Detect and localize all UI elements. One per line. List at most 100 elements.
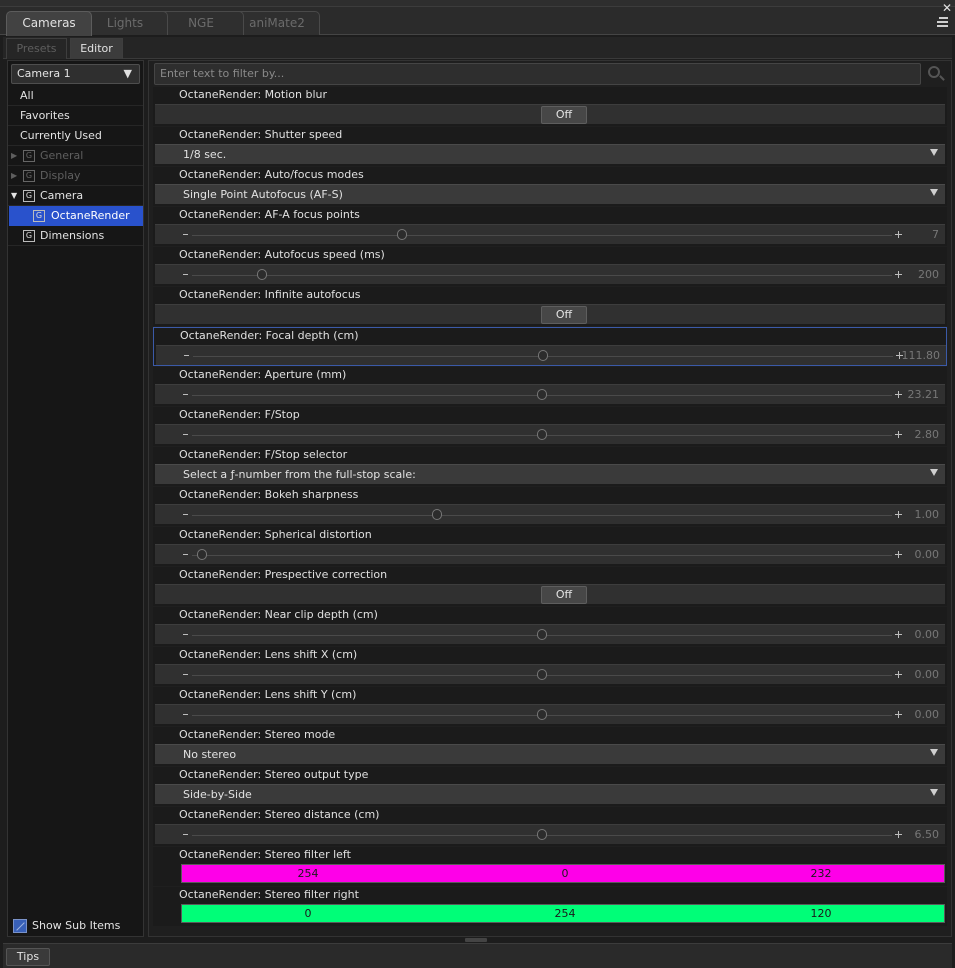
decrement-icon[interactable] — [183, 674, 188, 675]
slider-thumb[interactable] — [537, 389, 547, 400]
slider-value[interactable]: 6.50 — [879, 825, 940, 845]
sidebar-item-general[interactable]: ▶ G General — [8, 146, 143, 166]
color-swatch[interactable]: 0 254 120 — [181, 904, 945, 923]
toggle-row: Off — [155, 104, 945, 124]
slider-track — [192, 555, 892, 556]
sidebar-item-currently-used[interactable]: Currently Used — [8, 126, 143, 146]
sidebar-item-dimensions[interactable]: G Dimensions — [8, 226, 143, 246]
filter-input[interactable]: Enter text to filter by... — [154, 63, 921, 85]
camera-select[interactable]: Camera 1 ▼ — [11, 64, 140, 84]
color-field[interactable]: 0 254 120 — [155, 904, 945, 924]
search-icon[interactable] — [928, 66, 946, 84]
slider-thumb[interactable] — [537, 429, 547, 440]
property-label: OctaneRender: Spherical distortion — [179, 528, 372, 541]
toggle-button[interactable]: Off — [541, 106, 587, 124]
triangle-right-icon[interactable]: ▶ — [11, 166, 17, 186]
sidebar-item-octanerender[interactable]: G OctaneRender — [9, 206, 143, 226]
slider-thumb[interactable] — [537, 709, 547, 720]
slider[interactable]: 111.80 — [156, 345, 946, 365]
decrement-icon[interactable] — [183, 554, 188, 555]
tab-cameras[interactable]: Cameras — [6, 11, 92, 36]
property-f-stop: OctaneRender: F/Stop 2.80 — [153, 407, 947, 446]
slider-thumb[interactable] — [537, 669, 547, 680]
slider[interactable]: 200 — [155, 264, 945, 284]
group-icon: G — [23, 150, 35, 162]
slider-thumb[interactable] — [397, 229, 407, 240]
slider[interactable]: 1.00 — [155, 504, 945, 524]
color-swatch[interactable]: 254 0 232 — [181, 864, 945, 883]
slider[interactable]: 6.50 — [155, 824, 945, 844]
tips-button[interactable]: Tips — [6, 948, 50, 966]
slider-thumb[interactable] — [537, 629, 547, 640]
dropdown-select[interactable]: No stereo — [155, 744, 945, 764]
property-label: OctaneRender: Autofocus speed (ms) — [179, 248, 385, 261]
slider-value[interactable]: 2.80 — [879, 425, 940, 445]
slider-value[interactable]: 111.80 — [880, 346, 941, 366]
decrement-icon[interactable] — [183, 634, 188, 635]
close-icon[interactable]: ✕ — [941, 2, 953, 14]
slider-thumb[interactable] — [257, 269, 267, 280]
slider-value[interactable]: 0.00 — [879, 625, 940, 645]
tab-nge[interactable]: NGE — [158, 11, 244, 35]
slider[interactable]: 7 — [155, 224, 945, 244]
property-label: OctaneRender: Lens shift X (cm) — [179, 648, 358, 661]
property-label: OctaneRender: Stereo output type — [179, 768, 369, 781]
slider-thumb[interactable] — [537, 829, 547, 840]
triangle-down-icon[interactable]: ▼ — [11, 186, 17, 206]
slider[interactable]: 2.80 — [155, 424, 945, 444]
decrement-icon[interactable] — [183, 394, 188, 395]
slider-track — [192, 275, 892, 276]
slider-value[interactable]: 200 — [879, 265, 939, 285]
sidebar-item-all[interactable]: All — [8, 86, 143, 106]
toggle-button[interactable]: Off — [541, 586, 587, 604]
sidebar-item-label: Display — [40, 169, 81, 182]
pane-menu-icon[interactable] — [934, 15, 949, 29]
slider-value[interactable]: 7 — [879, 225, 939, 245]
decrement-icon[interactable] — [183, 234, 188, 235]
tab-lights[interactable]: Lights — [82, 11, 168, 35]
dropdown-select[interactable]: Select a ƒ-number from the full-stop sca… — [155, 464, 945, 484]
decrement-icon[interactable] — [183, 834, 188, 835]
slider[interactable]: 23.21 — [155, 384, 945, 404]
slider-value[interactable]: 0.00 — [879, 545, 940, 565]
subtab-editor[interactable]: Editor — [70, 38, 123, 59]
color-field[interactable]: 254 0 232 — [155, 864, 945, 884]
slider-thumb[interactable] — [432, 509, 442, 520]
sidebar-item-favorites[interactable]: Favorites — [8, 106, 143, 126]
slider-value[interactable]: 23.21 — [879, 385, 940, 405]
dropdown-value: 1/8 sec. — [183, 148, 227, 161]
toggle-button[interactable]: Off — [541, 306, 587, 324]
tab-animate2[interactable]: aniMate2 — [234, 11, 320, 35]
slider-value[interactable]: 1.00 — [879, 505, 940, 525]
property-stereo-filter-left: OctaneRender: Stereo filter left 254 0 232 — [153, 847, 947, 886]
decrement-icon[interactable] — [183, 714, 188, 715]
slider[interactable]: 0.00 — [155, 624, 945, 644]
chevron-down-icon — [930, 789, 938, 796]
toggle-row: Off — [155, 304, 945, 324]
dropdown-select[interactable]: 1/8 sec. — [155, 144, 945, 164]
slider-value[interactable]: 0.00 — [879, 665, 940, 685]
slider-thumb[interactable] — [538, 350, 548, 361]
dropdown-select[interactable]: Side-by-Side — [155, 784, 945, 804]
slider[interactable]: 0.00 — [155, 544, 945, 564]
subtab-presets[interactable]: Presets — [6, 38, 67, 59]
property-stereo-mode: OctaneRender: Stereo mode No stereo — [153, 727, 947, 766]
slider[interactable]: 0.00 — [155, 704, 945, 724]
property-af-a-focus-points: OctaneRender: AF-A focus points 7 — [153, 207, 947, 246]
slider-thumb[interactable] — [196, 549, 207, 560]
decrement-icon[interactable] — [184, 355, 189, 356]
resize-grip[interactable] — [465, 938, 487, 942]
decrement-icon[interactable] — [183, 434, 188, 435]
category-sidebar: Camera 1 ▼ All Favorites Currently Used ▶ G G… — [7, 60, 144, 937]
chevron-down-icon: ▼ — [123, 67, 132, 80]
decrement-icon[interactable] — [183, 514, 188, 515]
slider-value[interactable]: 0.00 — [879, 705, 940, 725]
green-value: 254 — [554, 907, 576, 920]
sidebar-item-camera[interactable]: ▼ G Camera — [8, 186, 143, 206]
triangle-right-icon[interactable]: ▶ — [11, 146, 17, 166]
decrement-icon[interactable] — [183, 274, 188, 275]
slider[interactable]: 0.00 — [155, 664, 945, 684]
dropdown-select[interactable]: Single Point Autofocus (AF-S) — [155, 184, 945, 204]
sidebar-item-label: Favorites — [20, 109, 70, 122]
sidebar-item-display[interactable]: ▶ G Display — [8, 166, 143, 186]
